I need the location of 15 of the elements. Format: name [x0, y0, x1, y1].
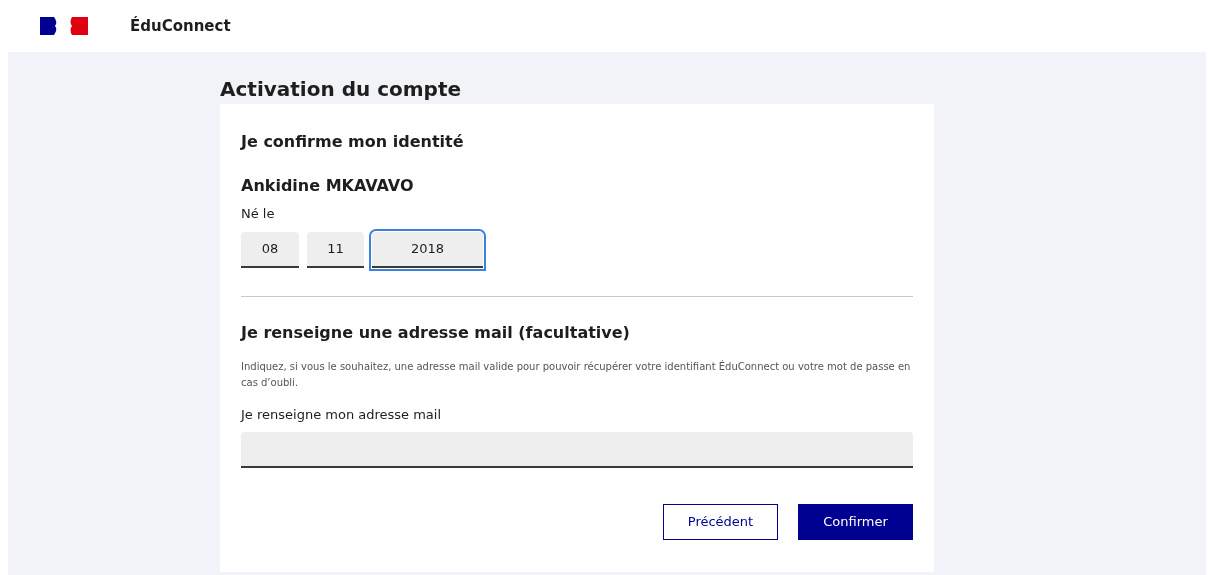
brand-name[interactable]: ÉduConnect: [130, 14, 231, 38]
section-heading: Je renseigne une adresse mail (facultative): [241, 321, 631, 344]
page-title: Activation du compte: [220, 76, 463, 103]
birth-label: Né le: [241, 205, 276, 223]
description-text: Indiquez, si vous le souhaitez, une adresse mail valide pour pouvoir récupérer votre identifiant ÉduConnect ou votre mot de passe en cas d’oubli.: [241, 359, 912, 390]
back-button[interactable]: Précédent: [663, 504, 778, 540]
confirm-button[interactable]: Confirmer: [798, 504, 913, 540]
date-field[interactable]: 08: [241, 231, 299, 268]
date-field[interactable]: 2018: [372, 231, 483, 268]
person-name: Ankidine MKAVAVO: [241, 175, 415, 197]
section-heading: Je confirme mon identité: [241, 131, 465, 153]
email-field[interactable]: [241, 432, 913, 468]
flag-logo-icon: [40, 17, 88, 35]
date-field[interactable]: 11: [307, 231, 364, 268]
email-label: Je renseigne mon adresse mail: [241, 405, 443, 424]
